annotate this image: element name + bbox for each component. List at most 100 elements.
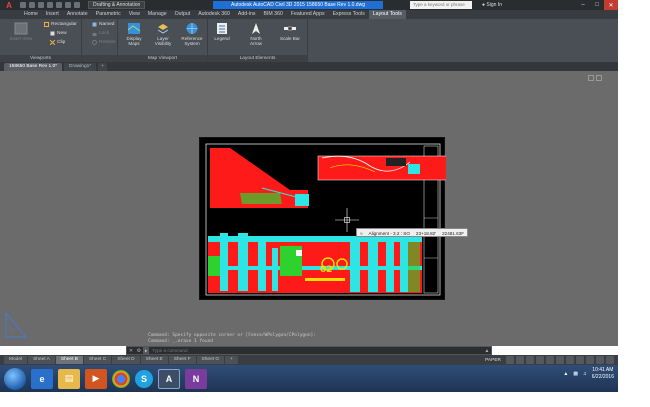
reference-system-button[interactable]: Reference System bbox=[178, 22, 206, 46]
clock[interactable]: 10:41 AM 6/22/2016 bbox=[592, 367, 614, 381]
tooltip-station: 23+18.82' bbox=[415, 231, 437, 236]
ribbon-tab-view[interactable]: View bbox=[125, 10, 144, 19]
search-input[interactable]: Type a keyword or phrase bbox=[410, 1, 472, 9]
ribbon-tab-express-tools[interactable]: Express Tools bbox=[329, 10, 369, 19]
layers-icon bbox=[157, 24, 169, 34]
rectangular-button[interactable]: Rectangular bbox=[44, 22, 77, 27]
workspace-switch-icon[interactable] bbox=[576, 356, 584, 364]
clean-screen-icon[interactable] bbox=[596, 356, 604, 364]
clip-icon bbox=[50, 40, 55, 45]
new-file-icon[interactable] bbox=[20, 2, 26, 8]
layout-tab-sheet-g[interactable]: Sheet G bbox=[196, 356, 225, 364]
legend-button[interactable]: Legend bbox=[210, 22, 234, 41]
named-views-icon bbox=[92, 22, 97, 27]
annotation-scale-icon[interactable] bbox=[566, 356, 574, 364]
layer-visibility-button[interactable]: Layer Visibility bbox=[150, 22, 176, 46]
north-arrow-label: North Arrow bbox=[250, 36, 262, 46]
ribbon-tab-layout-tools[interactable]: Layout Tools bbox=[368, 10, 406, 19]
restore-drawing-icon[interactable] bbox=[588, 75, 594, 81]
workspace-selector[interactable]: Drafting & Annotation bbox=[88, 1, 146, 9]
ribbon-tab-annotate[interactable]: Annotate bbox=[63, 10, 92, 19]
osnap-icon[interactable] bbox=[546, 356, 554, 364]
clock-time: 10:41 AM bbox=[592, 367, 614, 373]
skype-icon[interactable]: S bbox=[135, 369, 153, 388]
ribbon-tab-parametric[interactable]: Parametric bbox=[92, 10, 125, 19]
snap-icon[interactable] bbox=[516, 356, 524, 364]
clip-button[interactable]: Clip bbox=[50, 40, 65, 45]
maximize-drawing-icon[interactable] bbox=[596, 75, 602, 81]
save-as-icon[interactable] bbox=[47, 2, 53, 8]
restore-button[interactable]: Restore bbox=[92, 40, 116, 45]
volume-icon[interactable]: ♫ bbox=[583, 371, 587, 377]
open-file-icon[interactable] bbox=[29, 2, 35, 8]
start-button[interactable] bbox=[4, 367, 26, 390]
layout-tab-model[interactable]: Model bbox=[4, 356, 28, 364]
isolate-objects-icon[interactable] bbox=[586, 356, 594, 364]
scale-bar-button[interactable]: Scale Bar bbox=[278, 22, 302, 41]
ribbon-tab-featured-apps[interactable]: Featured Apps bbox=[287, 10, 329, 19]
ribbon-tab-bim-360[interactable]: BIM 360 bbox=[260, 10, 287, 19]
ribbon-tab-autodesk-360[interactable]: Autodesk 360 bbox=[194, 10, 234, 19]
save-icon[interactable] bbox=[38, 2, 44, 8]
command-history-arrow-icon[interactable]: ▲ bbox=[483, 348, 491, 354]
paper-space-toggle[interactable]: PAPER bbox=[485, 358, 501, 363]
lineweight-icon[interactable] bbox=[556, 356, 564, 364]
document-tab-drawing1[interactable]: Drawing1* bbox=[64, 63, 97, 71]
ribbon-tab-insert[interactable]: Insert bbox=[42, 10, 63, 19]
media-player-icon[interactable]: ▶ bbox=[85, 368, 107, 389]
ribbon-tab-output[interactable]: Output bbox=[171, 10, 195, 19]
polar-icon[interactable] bbox=[536, 356, 544, 364]
print-icon[interactable] bbox=[56, 2, 62, 8]
status-bar-tools: PAPER bbox=[485, 356, 614, 364]
internet-explorer-icon[interactable]: e bbox=[31, 368, 53, 389]
lock-button[interactable]: Lock bbox=[92, 31, 109, 36]
customize-command-line-icon[interactable]: ⚙ bbox=[135, 348, 143, 354]
layout-tab-sheet-c[interactable]: Sheet C bbox=[83, 356, 112, 364]
network-icon[interactable]: ▩ bbox=[573, 371, 578, 377]
layout-tab-sheet-e[interactable]: Sheet E bbox=[140, 356, 168, 364]
sign-in-button[interactable]: ● Sign In bbox=[482, 1, 502, 9]
new-viewport-button[interactable]: New bbox=[50, 31, 67, 36]
ribbon-tab-add-ins[interactable]: Add-ins bbox=[234, 10, 260, 19]
close-icon[interactable]: ✕ bbox=[604, 0, 618, 10]
layout-tab-sheet-b[interactable]: Sheet B bbox=[55, 356, 83, 364]
chrome-icon[interactable] bbox=[112, 369, 130, 388]
maximize-icon[interactable]: □ bbox=[590, 0, 604, 10]
onenote-icon[interactable]: N bbox=[185, 368, 207, 389]
viewports-group: Insert View Rectangular New Clip Viewpor… bbox=[0, 19, 82, 62]
system-tray: ▲ ▩ ♫ 10:41 AM 6/22/2016 bbox=[563, 367, 614, 381]
layout-tab-sheet-f[interactable]: Sheet F bbox=[168, 356, 196, 364]
layout-tab-sheet-d[interactable]: Sheet D bbox=[112, 356, 140, 364]
display-maps-button[interactable]: Display Maps bbox=[122, 22, 146, 46]
ribbon-tab-home[interactable]: Home bbox=[20, 10, 42, 19]
layout-sheet[interactable]: 02 bbox=[199, 137, 454, 300]
autocad-icon[interactable]: A bbox=[158, 368, 180, 389]
customization-icon[interactable] bbox=[606, 356, 614, 364]
rectangle-icon bbox=[44, 22, 49, 27]
layout-elements-group-label: Layout Elements bbox=[208, 55, 307, 62]
new-document-tab-button[interactable]: + bbox=[98, 63, 107, 71]
north-arrow-button[interactable]: North Arrow bbox=[244, 22, 268, 46]
window-controls: – □ ✕ bbox=[576, 0, 618, 10]
ortho-icon[interactable] bbox=[526, 356, 534, 364]
close-command-line-icon[interactable]: ✕ bbox=[127, 348, 135, 354]
drawing-canvas[interactable]: 02 ≈ Alignment - 3.2 : SO 23+18.82' 2248… bbox=[0, 71, 618, 346]
file-explorer-icon[interactable]: ▤ bbox=[58, 368, 80, 389]
redo-icon[interactable] bbox=[74, 2, 80, 8]
document-tab-base[interactable]: 158650 Base Rev 1.0* bbox=[4, 63, 63, 71]
application-menu-button[interactable]: A bbox=[0, 0, 18, 10]
new-layout-tab-button[interactable]: + bbox=[225, 356, 238, 364]
alignment-icon: ≈ bbox=[360, 231, 363, 236]
layout-tab-sheet-a[interactable]: Sheet A bbox=[28, 356, 55, 364]
sign-in-label: Sign In bbox=[486, 2, 502, 8]
ribbon-tab-manage[interactable]: Manage bbox=[144, 10, 171, 19]
undo-icon[interactable] bbox=[65, 2, 71, 8]
minimize-icon[interactable]: – bbox=[576, 0, 590, 10]
command-input[interactable] bbox=[149, 347, 483, 354]
command-history: Command: Specify opposite corner or [Fen… bbox=[146, 333, 492, 346]
insert-view-button[interactable]: Insert View bbox=[6, 22, 36, 41]
restore-label: Restore bbox=[99, 40, 116, 45]
named-button[interactable]: Named bbox=[92, 22, 114, 27]
grid-icon[interactable] bbox=[506, 356, 514, 364]
show-hidden-icons-icon[interactable]: ▲ bbox=[563, 371, 568, 377]
